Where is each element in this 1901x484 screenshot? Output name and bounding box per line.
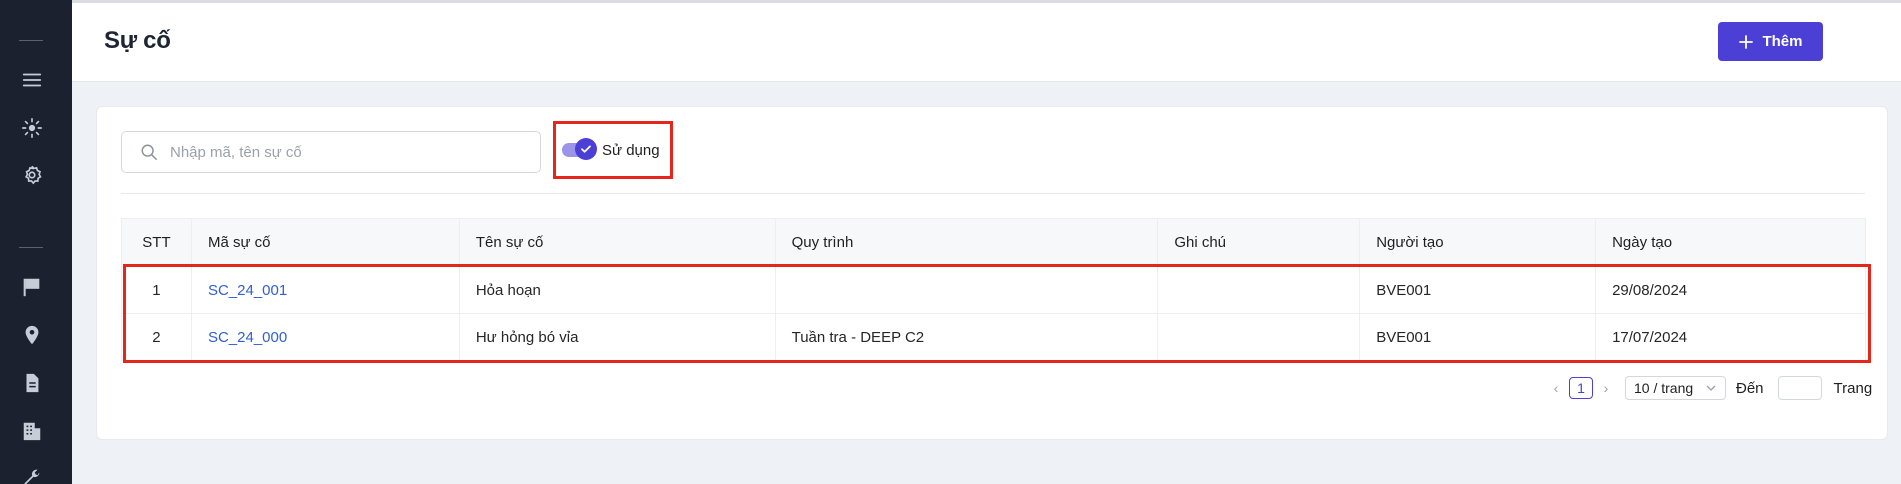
add-button-label: Thêm [1762,33,1803,50]
sidebar-divider [19,40,43,41]
add-button[interactable]: Thêm [1718,22,1823,61]
chevron-down-icon [1706,385,1716,391]
cell-process: Tuần tra - DEEP C2 [775,313,1159,361]
check-icon [575,138,597,160]
gear-icon[interactable] [20,163,44,187]
wrench-icon[interactable] [20,466,44,484]
column-header[interactable]: Ngày tạo [1595,218,1866,267]
prev-page-icon[interactable]: ‹ [1547,377,1565,399]
toggle-label: Sử dụng [602,141,660,159]
sidebar-divider [19,247,43,248]
cell-date: 17/07/2024 [1595,313,1866,361]
document-icon[interactable] [20,371,44,395]
content-card: Sử dụng STT Mã sự cố Tên sự cố Quy trình… [96,106,1888,440]
cell-name: Hỏa hoạn [459,266,776,314]
column-header[interactable]: Ghi chú [1157,218,1361,267]
cell-code: SC_24_000 [191,313,460,361]
table-row[interactable]: 1 SC_24_001 Hỏa hoạn BVE001 29/08/2024 [121,266,1866,314]
table-header-row: STT Mã sự cố Tên sự cố Quy trình Ghi chú… [121,218,1866,267]
incident-table: STT Mã sự cố Tên sự cố Quy trình Ghi chú… [121,218,1866,361]
column-header[interactable]: Người tạo [1359,218,1597,267]
cell-code: SC_24_001 [191,266,460,314]
cell-stt: 1 [121,266,192,314]
menu-icon[interactable] [20,68,44,92]
page-size-value: 10 / trang [1634,380,1694,396]
incident-code-link[interactable]: SC_24_001 [208,282,287,299]
column-header[interactable]: Tên sự cố [459,218,776,267]
cell-process [775,266,1159,314]
page-label: Trang [1833,379,1873,397]
cell-note [1157,266,1361,314]
column-header[interactable]: Quy trình [775,218,1159,267]
search-box[interactable] [121,131,541,173]
divider [121,193,1865,194]
cell-name: Hư hỏng bó vỉa [459,313,776,361]
cell-date: 29/08/2024 [1595,266,1866,314]
pagination: ‹ 1 › 10 / trang Đến Trang [1547,376,1872,400]
page-number[interactable]: 1 [1569,377,1593,399]
goto-label: Đến [1736,379,1764,397]
page-size-select[interactable]: 10 / trang [1625,376,1726,400]
incident-code-link[interactable]: SC_24_000 [208,329,287,346]
location-pin-icon[interactable] [20,323,44,347]
search-icon [141,144,157,160]
active-filter-highlight: Sử dụng [553,121,673,179]
column-header[interactable]: Mã sự cố [191,218,460,267]
cell-creator: BVE001 [1359,266,1597,314]
scan-icon[interactable] [20,116,44,140]
table-row[interactable]: 2 SC_24_000 Hư hỏng bó vỉa Tuần tra - DE… [121,313,1866,361]
cell-note [1157,313,1361,361]
column-header[interactable]: STT [121,218,192,267]
next-page-icon[interactable]: › [1597,377,1615,399]
plus-icon [1739,34,1754,49]
sidebar [0,0,72,484]
page-header: Sự cố Thêm [72,3,1901,82]
building-icon[interactable] [20,419,44,443]
goto-page-input[interactable] [1777,376,1822,400]
page-title: Sự cố [104,27,171,54]
flag-icon[interactable] [20,275,44,299]
active-toggle[interactable] [562,138,598,160]
cell-stt: 2 [121,313,192,361]
search-input[interactable] [170,143,530,161]
cell-creator: BVE001 [1359,313,1597,361]
